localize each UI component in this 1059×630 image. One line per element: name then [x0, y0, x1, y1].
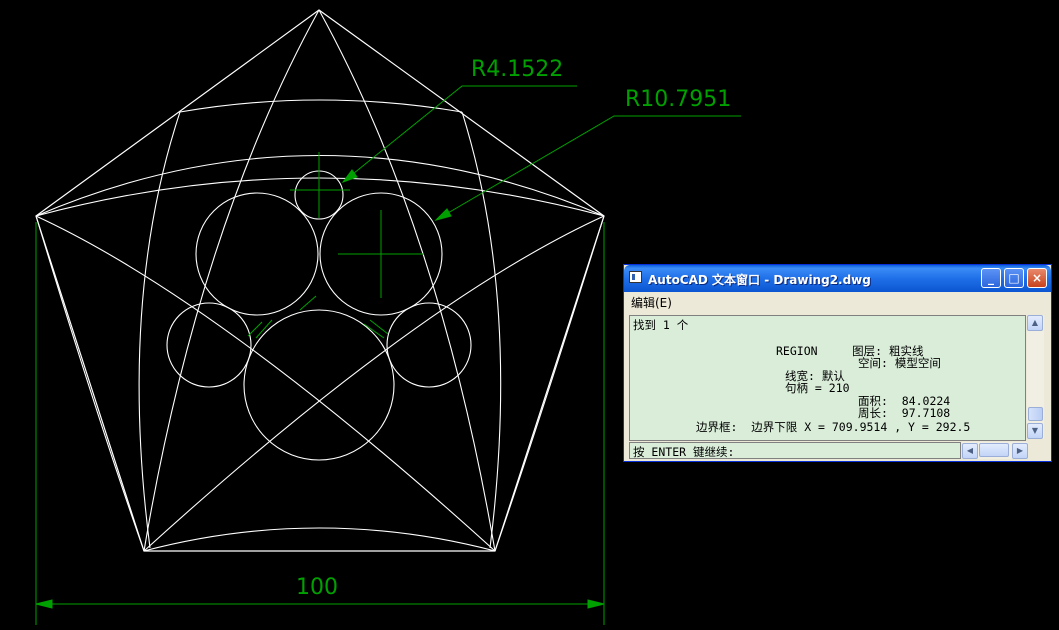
minimize-button[interactable]: _: [981, 268, 1001, 288]
vertical-scroll-thumb[interactable]: [1028, 407, 1043, 421]
scroll-left-icon[interactable]: ◀: [962, 443, 978, 459]
scroll-up-icon[interactable]: ▲: [1027, 315, 1043, 331]
width-dimension: [35, 222, 605, 625]
text-window-titlebar[interactable]: AutoCAD 文本窗口 - Drawing2.dwg _ □ ×: [624, 265, 1051, 292]
close-button[interactable]: ×: [1027, 268, 1047, 288]
command-history-output[interactable]: 找到 1 个 REGION 图层: 粗实线 空间: 模型空间 线宽: 默认 句柄…: [629, 315, 1026, 441]
text-window-app-icon[interactable]: [629, 271, 642, 283]
output-line: 找到 1 个: [633, 318, 689, 332]
output-line: 句柄 = 210: [785, 381, 850, 395]
selected-region-hatch: [247, 295, 389, 339]
arc-star-pattern: [35, 9, 605, 552]
horizontal-scroll-thumb[interactable]: [979, 443, 1009, 457]
command-prompt-text: 按 ENTER 键继续:: [633, 445, 735, 459]
maximize-button[interactable]: □: [1004, 268, 1024, 288]
output-line: 边界框: 边界下限 X = 709.9514 , Y = 292.5: [696, 420, 971, 434]
scroll-right-icon[interactable]: ▶: [1012, 443, 1028, 459]
vertical-scrollbar[interactable]: ▲ ▼: [1027, 315, 1044, 439]
circle-middle-left: [166, 302, 252, 388]
output-line: 周长: 97.7108: [858, 406, 951, 420]
circle-middle-right: [386, 302, 472, 388]
circle-bottom-center: [243, 309, 395, 461]
menu-edit[interactable]: 编辑(E): [631, 294, 672, 311]
pentagon-outline: [35, 9, 605, 552]
text-window-menubar: 编辑(E): [624, 292, 1051, 312]
text-window-title: AutoCAD 文本窗口 - Drawing2.dwg: [648, 273, 871, 287]
output-line: 空间: 模型空间: [858, 356, 941, 370]
dimension-radius-large: R10.7951: [625, 87, 731, 112]
command-prompt-input[interactable]: 按 ENTER 键继续:: [629, 442, 961, 459]
circle-upper-left: [195, 192, 319, 316]
dimension-radius-small: R4.1522: [471, 57, 563, 82]
autocad-text-window[interactable]: AutoCAD 文本窗口 - Drawing2.dwg _ □ × 编辑(E) …: [623, 264, 1052, 462]
dimension-width-value: 100: [296, 575, 338, 600]
scroll-down-icon[interactable]: ▼: [1027, 423, 1043, 439]
horizontal-scrollbar[interactable]: ◀ ▶: [962, 442, 1028, 459]
